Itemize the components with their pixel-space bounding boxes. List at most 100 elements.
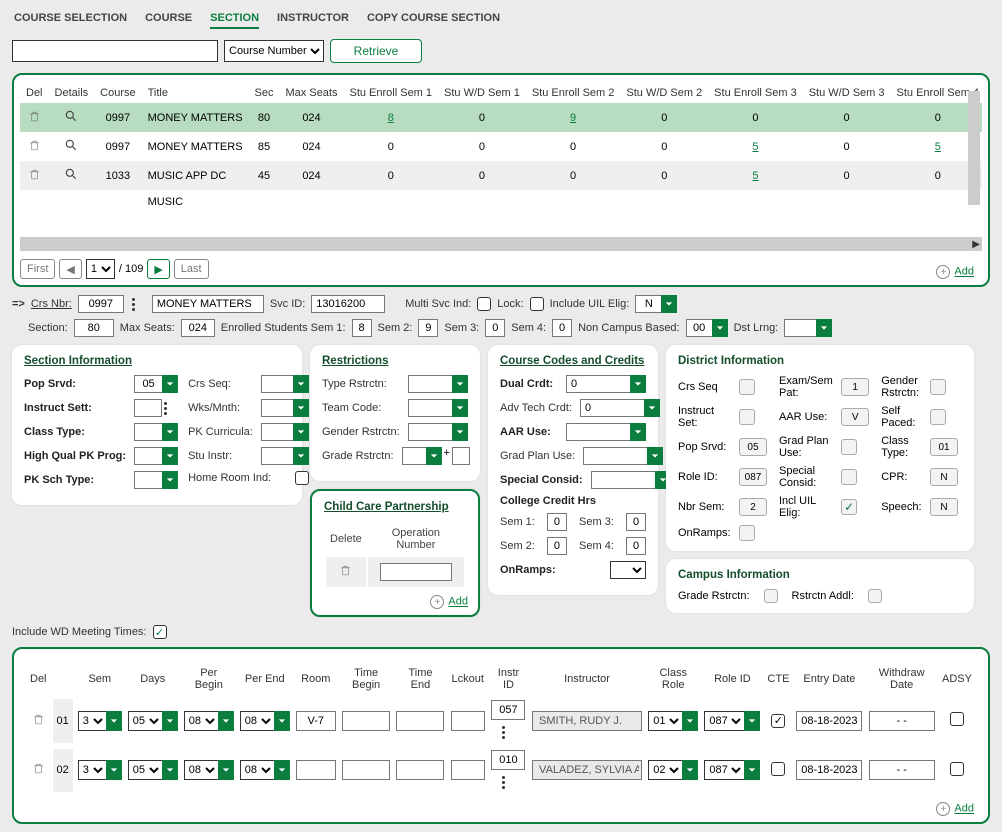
pk-curr-input[interactable] [261,423,293,441]
sched-input[interactable] [869,760,935,780]
adsy-checkbox[interactable] [950,762,964,776]
gradplan-input[interactable] [583,447,647,465]
sched-select[interactable]: 01 [648,711,682,731]
grade-rstr-dd[interactable] [426,447,442,465]
onramps-select[interactable] [610,561,646,579]
instr-picker[interactable] [502,724,516,742]
pager-last[interactable]: Last [174,259,209,279]
sched-select[interactable]: 3 [78,711,106,731]
sched-input[interactable] [532,711,642,731]
cte-checkbox[interactable]: ✓ [771,714,785,728]
sched-input[interactable] [451,711,485,731]
pager-first[interactable]: First [20,259,55,279]
table-row[interactable]: 0997MONEY MATTERS8502400005050N [20,132,982,161]
instruct-sett-input[interactable] [134,399,162,417]
ncb-dd[interactable] [712,319,728,337]
home-room-checkbox[interactable] [295,471,309,485]
aar-input[interactable] [566,423,630,441]
wd-checkbox[interactable]: ✓ [153,625,167,639]
sched-input[interactable] [396,760,444,780]
sched-select[interactable]: 08 [240,711,274,731]
ccp-op-input[interactable] [380,563,452,581]
gender-rstr-dd[interactable] [452,423,468,441]
class-type-input[interactable] [134,423,162,441]
sched-select[interactable]: 08 [184,711,218,731]
ccp-add-icon[interactable]: + [430,595,444,609]
sched-select[interactable]: 08 [240,760,274,780]
hq-pk-dd[interactable] [162,447,178,465]
search-filter-select[interactable]: Course Number [224,40,324,62]
horizontal-scrollbar[interactable]: ▶ [20,237,982,251]
stu-instr-input[interactable] [261,447,293,465]
sched-add-link[interactable]: Add [954,803,974,815]
sched-select[interactable]: 08 [184,760,218,780]
dd-icon[interactable] [218,760,234,780]
wks-dd[interactable] [293,399,309,417]
pop-srvd-input[interactable] [134,375,162,393]
tab-section[interactable]: SECTION [210,12,259,29]
msi-checkbox[interactable] [477,297,491,311]
dd-icon[interactable] [106,760,122,780]
ccp-add-link[interactable]: Add [448,596,468,608]
cch-s1-input[interactable] [547,513,567,531]
pk-sch-input[interactable] [134,471,162,489]
class-type-dd[interactable] [162,423,178,441]
ccp-delete-icon[interactable] [339,568,352,580]
uil-dd[interactable] [661,295,677,313]
retrieve-button[interactable]: Retrieve [330,39,422,63]
pk-sch-dd[interactable] [162,471,178,489]
gradplan-dd[interactable] [647,447,663,465]
max-seats-input[interactable] [181,319,215,337]
dual-dd[interactable] [630,375,646,393]
dd-icon[interactable] [106,711,122,731]
sem3-input[interactable] [485,319,505,337]
cch-s3-input[interactable] [626,513,646,531]
delete-icon[interactable] [32,717,45,729]
dd-icon[interactable] [162,760,178,780]
sched-input[interactable] [491,750,525,770]
team-code-dd[interactable] [452,399,468,417]
sched-select[interactable]: 3 [78,760,106,780]
adv-input[interactable] [580,399,644,417]
sched-input[interactable] [296,760,336,780]
delete-icon[interactable] [28,172,41,184]
sched-input[interactable] [342,760,390,780]
grade-rstr-addl-input[interactable] [452,447,470,465]
sched-input[interactable] [796,711,862,731]
dd-icon[interactable] [682,760,698,780]
dstlrng-input[interactable] [784,319,816,337]
delete-icon[interactable] [28,143,41,155]
sched-input[interactable] [342,711,390,731]
sched-select[interactable]: 05 [128,760,162,780]
sem2-input[interactable] [418,319,438,337]
hq-pk-input[interactable] [134,447,162,465]
add-link[interactable]: Add [954,266,974,278]
svc-id-input[interactable] [311,295,385,313]
crs-title-input[interactable] [152,295,264,313]
delete-icon[interactable] [32,766,45,778]
sched-select[interactable]: 02 [648,760,682,780]
pk-curr-dd[interactable] [293,423,309,441]
section-input[interactable] [74,319,114,337]
type-rstr-input[interactable] [408,375,452,393]
tab-course-selection[interactable]: COURSE SELECTION [14,12,127,29]
crs-seq-input[interactable] [261,375,293,393]
sched-input[interactable] [451,760,485,780]
table-row[interactable]: 0997MONEY MATTERS8002480900000N [20,103,982,132]
vertical-scrollbar[interactable] [968,91,980,205]
details-icon[interactable] [64,172,78,184]
pop-srvd-dd[interactable] [162,375,178,393]
tab-course[interactable]: COURSE [145,12,192,29]
stu-instr-dd[interactable] [293,447,309,465]
cch-s4-input[interactable] [626,537,646,555]
table-row[interactable]: 1033MUSIC APP DC4502400005000N [20,161,982,190]
instr-picker[interactable] [502,773,516,791]
sched-select[interactable]: 087 [704,760,744,780]
sem1-input[interactable] [352,319,372,337]
lock-checkbox[interactable] [530,297,544,311]
team-code-input[interactable] [408,399,452,417]
dstlrng-dd[interactable] [816,319,832,337]
add-plus-icon[interactable]: + [936,265,950,279]
crs-seq-dd[interactable] [293,375,309,393]
pager-next[interactable]: ▶ [147,259,169,279]
